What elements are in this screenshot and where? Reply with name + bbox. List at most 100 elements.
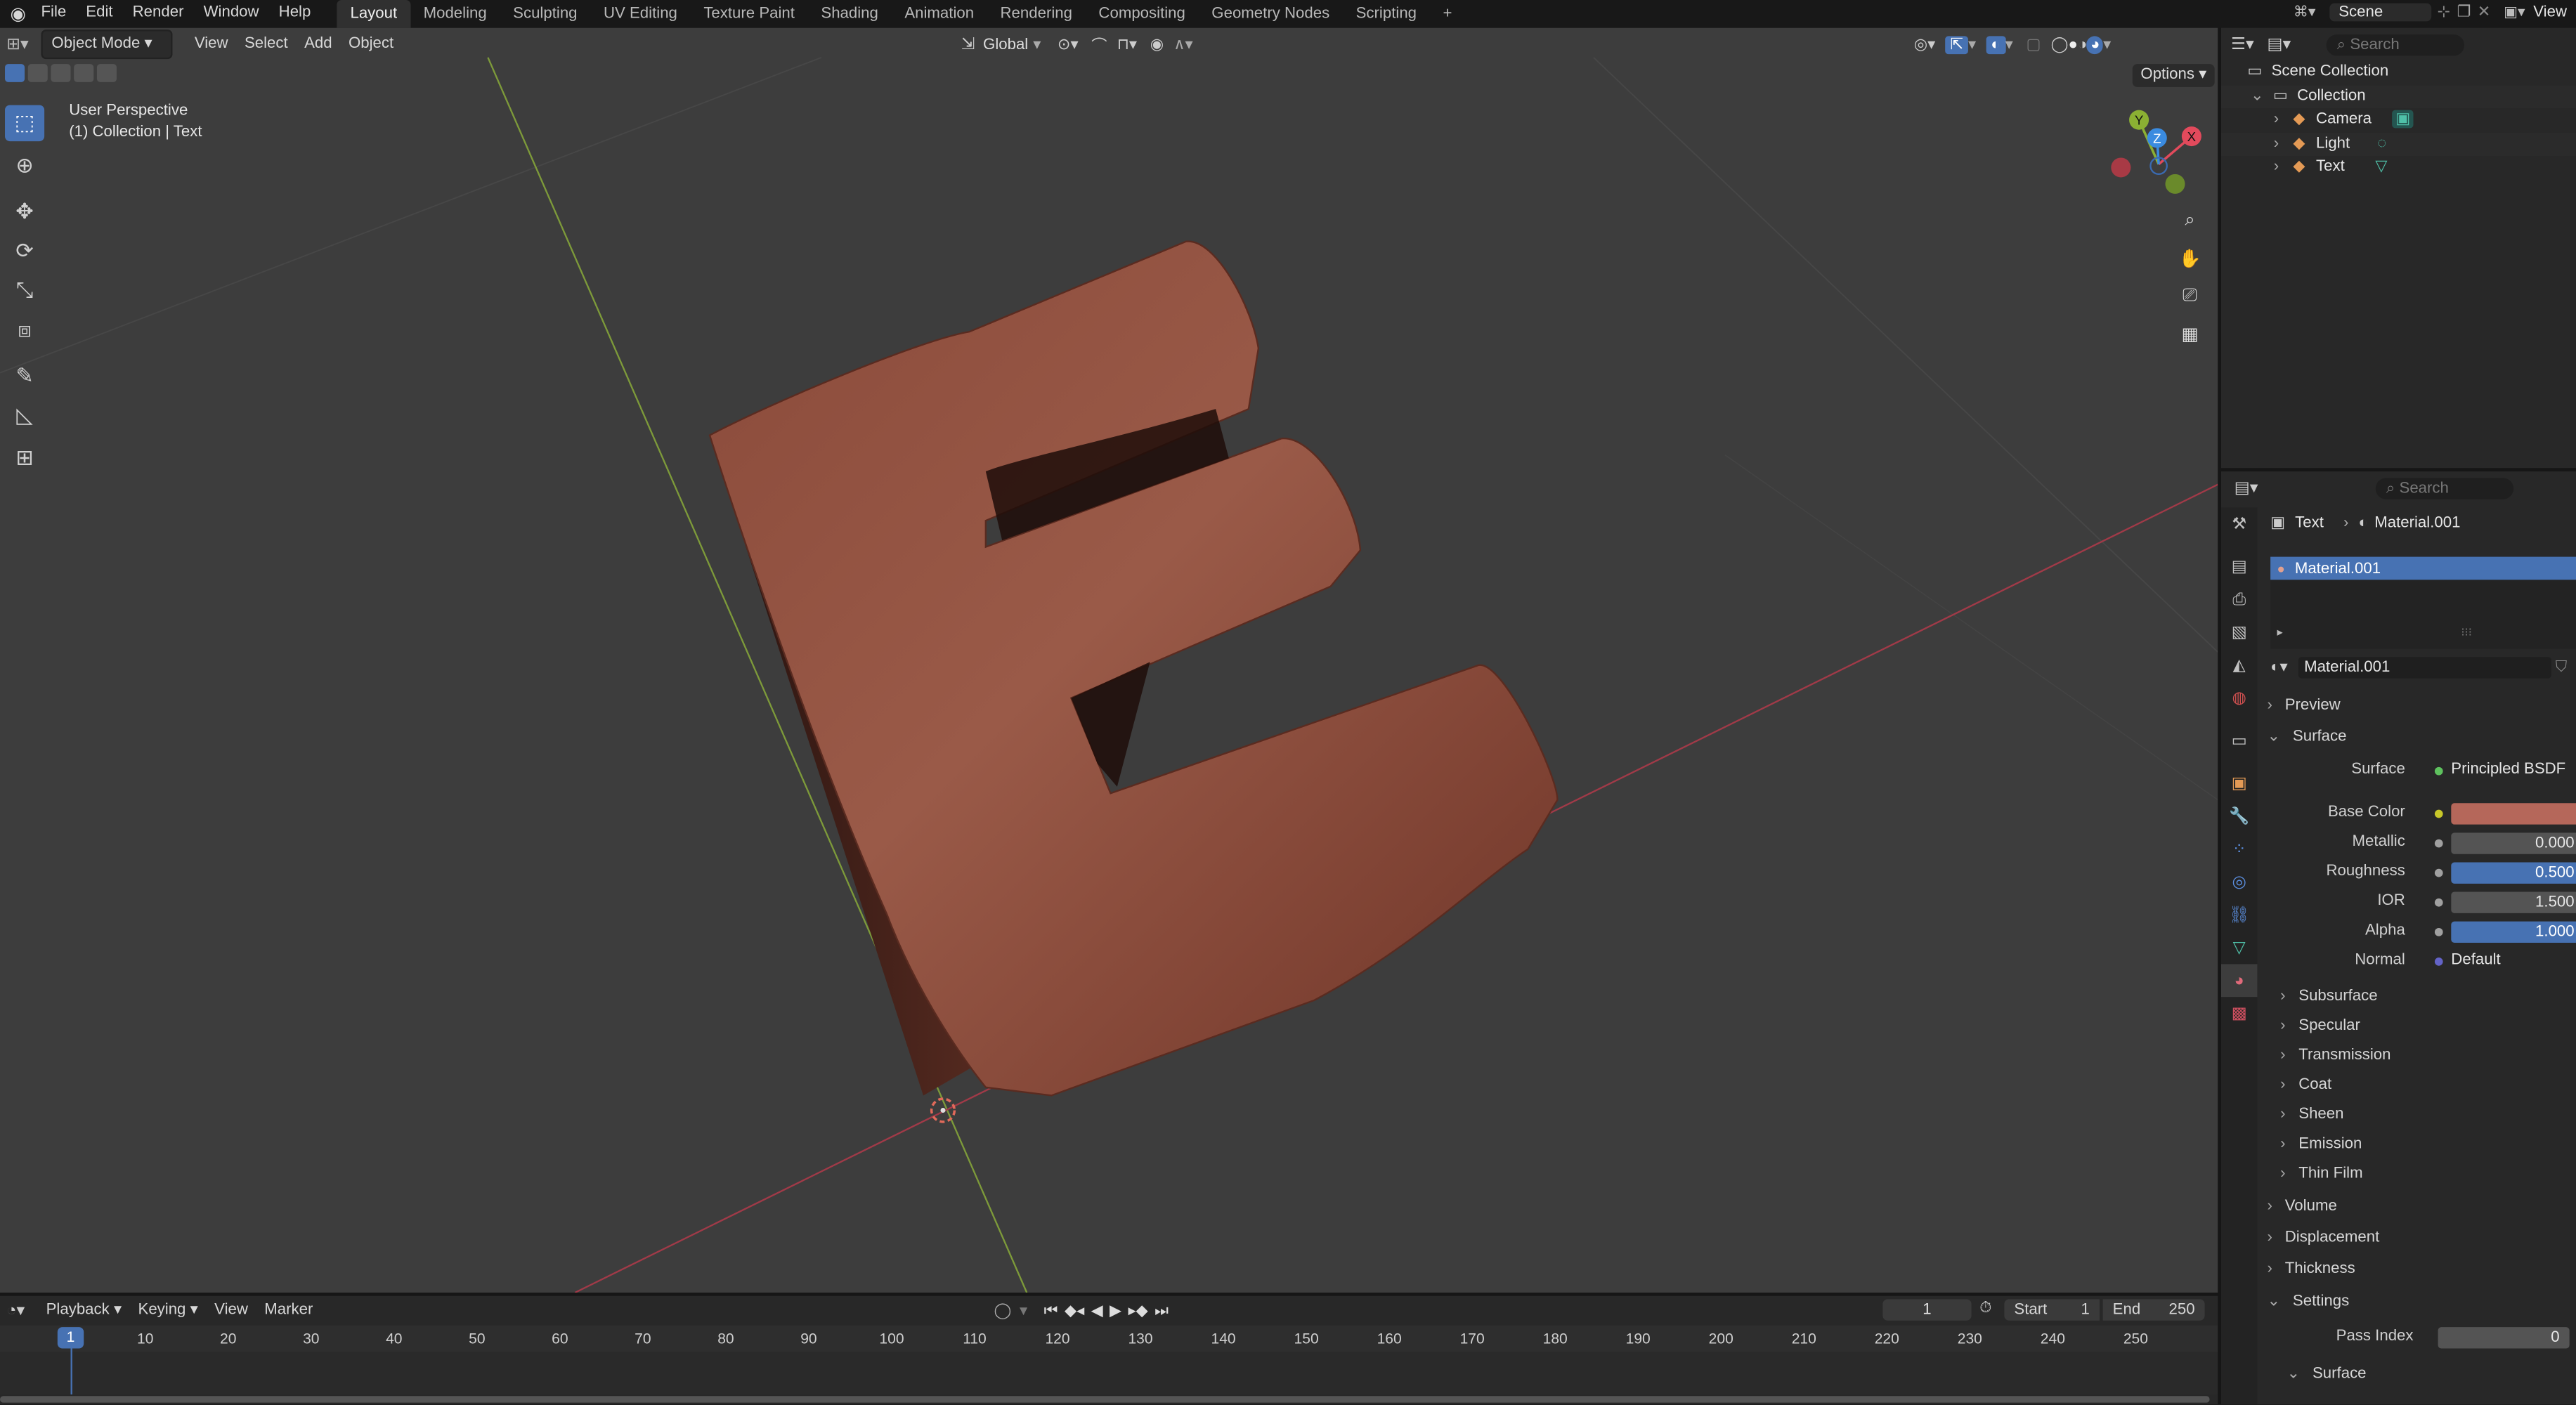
overlay-toggle-icon[interactable]: ◐: [1986, 35, 2005, 53]
proportional-edit-icon[interactable]: ◉: [1150, 35, 1164, 53]
transform-orientation[interactable]: ⇲ Global ▾ ⊙▾ ⌒ ⊓▾ ◉ ∧▾: [961, 31, 1193, 57]
properties-search[interactable]: ⌕ Search: [2376, 477, 2515, 499]
render-tab-icon[interactable]: ▤: [2221, 550, 2257, 583]
panel-settings[interactable]: ⌄ Settings: [2267, 1288, 2576, 1317]
material-name-field[interactable]: Material.001: [2297, 656, 2551, 678]
material-slot-selected[interactable]: ● Material.001: [2270, 556, 2576, 580]
wireframe-shading-icon[interactable]: ◯: [2051, 35, 2069, 53]
scene-collection-row[interactable]: ▭ Scene Collection: [2221, 61, 2576, 85]
xray-icon[interactable]: ▢: [2027, 35, 2041, 53]
axis-gizmo[interactable]: Y X Z: [2109, 105, 2208, 204]
tab-shading[interactable]: Shading: [808, 0, 892, 28]
modifier-tab-icon[interactable]: 🔧: [2221, 800, 2257, 833]
normal-value[interactable]: Default: [2451, 951, 2500, 969]
subpanel-subsurface[interactable]: › Subsurface: [2280, 981, 2576, 1010]
play-icon[interactable]: ▶: [1110, 1302, 1121, 1320]
menu-marker[interactable]: Marker: [256, 1298, 321, 1324]
chevron-right-icon[interactable]: ›: [2274, 110, 2279, 129]
select-extend-icon[interactable]: [27, 64, 48, 82]
particles-tab-icon[interactable]: ⁘: [2221, 832, 2257, 865]
chevron-down-icon[interactable]: ▾: [1968, 35, 1976, 53]
pan-hand-icon[interactable]: ✋: [2173, 242, 2206, 275]
menu-window[interactable]: Window: [194, 0, 269, 28]
timeline-editor-icon[interactable]: ◔▾: [6, 1302, 25, 1320]
subpanel-coat[interactable]: › Coat: [2280, 1069, 2576, 1099]
select-box-tool-icon[interactable]: ⬚: [5, 105, 45, 142]
material-selector[interactable]: ◐▾ Material.001 ⛉: [2270, 655, 2567, 679]
menu-edit[interactable]: Edit: [76, 0, 122, 28]
start-frame-field[interactable]: Start 1: [2004, 1299, 2100, 1321]
chevron-down-icon[interactable]: ⌄: [2251, 86, 2264, 105]
tab-compositing[interactable]: Compositing: [1086, 0, 1199, 28]
rotate-tool-icon[interactable]: ⟳: [5, 233, 44, 269]
auto-key-icon[interactable]: ◯: [994, 1302, 1011, 1320]
playhead-line[interactable]: [70, 1342, 72, 1394]
3d-viewport[interactable]: [0, 27, 2218, 1293]
scale-tool-icon[interactable]: ⤡: [5, 273, 44, 308]
blender-logo-icon[interactable]: ◉: [5, 4, 31, 25]
subpanel-transmission[interactable]: › Transmission: [2280, 1040, 2576, 1069]
ior-field[interactable]: 1.500: [2451, 891, 2576, 913]
gizmo-toggle-icon[interactable]: ⇱: [1945, 35, 1968, 53]
current-frame-field[interactable]: 1: [1882, 1299, 1972, 1321]
data-tab-icon[interactable]: ▽: [2221, 932, 2257, 965]
menu-render[interactable]: Render: [123, 0, 194, 28]
transform-tool-icon[interactable]: ⧈: [5, 312, 44, 348]
copy-scene-icon[interactable]: ❐: [2457, 4, 2471, 22]
snap-target-icon[interactable]: ⊓▾: [1117, 35, 1137, 53]
roughness-field[interactable]: 0.500: [2451, 862, 2576, 884]
jump-start-icon[interactable]: ⏮: [1044, 1302, 1058, 1320]
chevron-right-icon[interactable]: ›: [2274, 134, 2279, 152]
subpanel-emission[interactable]: › Emission: [2280, 1128, 2576, 1158]
chevron-down-icon[interactable]: ▾: [2005, 35, 2013, 53]
jump-end-icon[interactable]: ⏭: [1154, 1302, 1169, 1320]
tab-geometry-nodes[interactable]: Geometry Nodes: [1199, 0, 1343, 28]
menu-help[interactable]: Help: [269, 0, 321, 28]
rendered-shading-icon[interactable]: ◕: [2087, 35, 2104, 53]
annotate-tool-icon[interactable]: ✎: [5, 358, 44, 394]
area-divider-vertical[interactable]: [2218, 27, 2221, 1404]
material-tab-icon[interactable]: ◕: [2220, 964, 2258, 998]
select-intersect-icon[interactable]: [96, 64, 117, 82]
menu-add[interactable]: Add: [296, 31, 340, 57]
falloff-icon[interactable]: ∧▾: [1173, 35, 1192, 53]
surface-shader-value[interactable]: Principled BSDF: [2451, 760, 2565, 778]
select-invert-icon[interactable]: [74, 64, 94, 82]
properties-editor-icon[interactable]: ▤▾: [2235, 479, 2258, 497]
output-tab-icon[interactable]: ⎙: [2221, 583, 2257, 616]
chevron-down-icon[interactable]: ▾: [2103, 35, 2111, 53]
pass-index-field[interactable]: 0: [2438, 1327, 2570, 1349]
timeline-scrollbar[interactable]: [0, 1396, 2210, 1403]
tab-layout[interactable]: Layout: [337, 0, 410, 28]
base-color-swatch[interactable]: [2451, 803, 2576, 825]
camera-view-icon[interactable]: ⎚: [2173, 279, 2206, 312]
physics-tab-icon[interactable]: ◎: [2221, 865, 2257, 898]
solid-shading-icon[interactable]: ●: [2068, 35, 2077, 53]
menu-object[interactable]: Object: [340, 31, 402, 57]
prev-keyframe-icon[interactable]: ◆◂: [1065, 1302, 1084, 1320]
pin-icon[interactable]: ⊹: [2437, 4, 2450, 22]
viewport-scene[interactable]: [0, 28, 2218, 1293]
material-shading-icon[interactable]: ◑: [2078, 35, 2087, 53]
object-tab-icon[interactable]: ▣: [2221, 767, 2257, 800]
end-frame-field[interactable]: End 250: [2102, 1299, 2205, 1321]
resize-handle-icon[interactable]: ⁝⁝⁝: [2461, 626, 2472, 639]
menu-timeline-view[interactable]: View: [206, 1298, 256, 1324]
timeline-body[interactable]: [0, 1352, 2218, 1394]
subpanel-sheen[interactable]: › Sheen: [2280, 1099, 2576, 1128]
subpanel-thin-film[interactable]: › Thin Film: [2280, 1158, 2576, 1187]
tab-scripting[interactable]: Scripting: [1343, 0, 1430, 28]
texture-tab-icon[interactable]: ▩: [2221, 997, 2257, 1030]
panel-thickness[interactable]: › Thickness: [2267, 1255, 2576, 1284]
tab-modeling[interactable]: Modeling: [410, 0, 500, 28]
tab-uv-editing[interactable]: UV Editing: [590, 0, 690, 28]
outliner-item-light[interactable]: › ◆ Light ◌: [2220, 132, 2576, 157]
tab-rendering[interactable]: Rendering: [987, 0, 1086, 28]
playhead-marker[interactable]: 1: [57, 1327, 84, 1349]
view-layer-tab-icon[interactable]: ▧: [2221, 616, 2257, 649]
stopwatch-icon[interactable]: ⏱: [1979, 1299, 1991, 1317]
keying-options-icon[interactable]: ▾: [1020, 1302, 1027, 1320]
area-divider-timeline[interactable]: [0, 1293, 2218, 1296]
cursor-tool-icon[interactable]: ⊕: [5, 148, 44, 183]
fake-user-icon[interactable]: ⛉: [2556, 658, 2568, 676]
